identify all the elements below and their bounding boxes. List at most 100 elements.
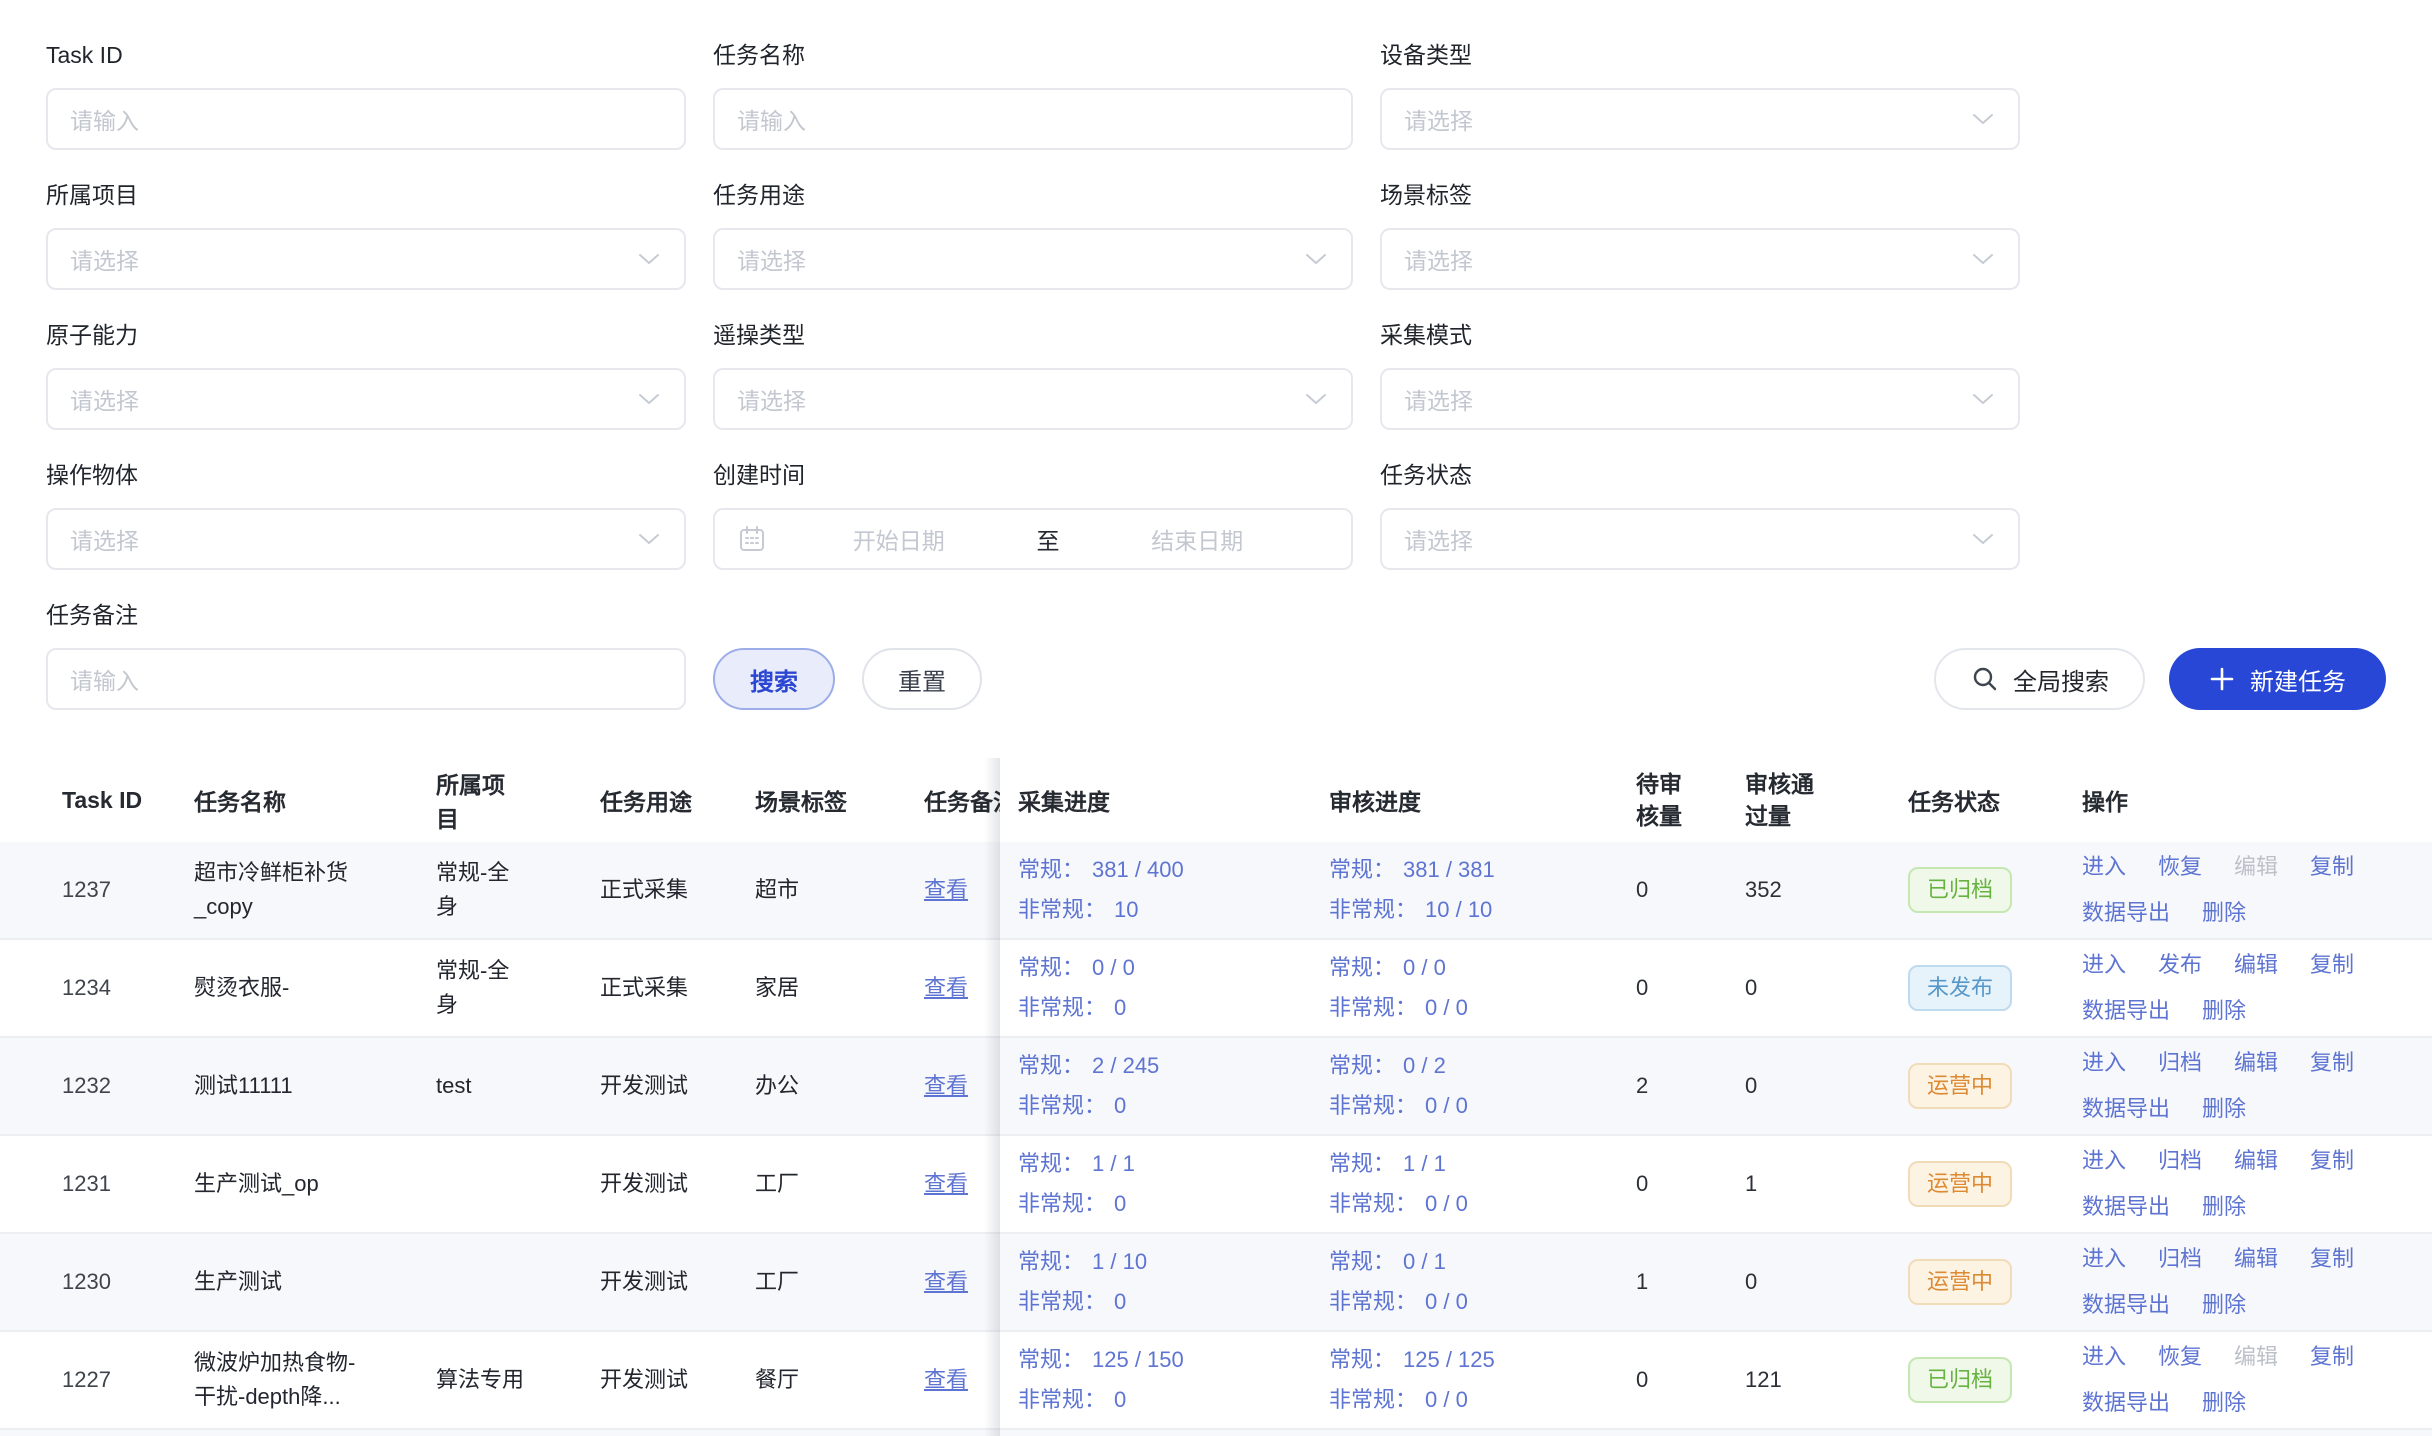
remark-view-link[interactable]: 查看: [924, 1167, 968, 1201]
table-row: 1227 微波炉加热食物-干扰-depth降... 算法专用 开发测试 餐厅 查…: [0, 1332, 2432, 1430]
global-search-label: 全局搜索: [2013, 662, 2109, 697]
project-select[interactable]: 请选择: [46, 228, 686, 290]
reset-button[interactable]: 重置: [862, 648, 982, 710]
cell-collect-progress: 常规：125 / 150 非常规：0: [1018, 1332, 1329, 1428]
header-task-id: Task ID: [62, 787, 194, 814]
action-enter[interactable]: 进入: [2082, 948, 2126, 982]
action-archive[interactable]: 归档: [2158, 1046, 2202, 1080]
task-name-input[interactable]: 请输入: [713, 88, 1353, 150]
atomic-ability-select[interactable]: 请选择: [46, 368, 686, 430]
action-enter[interactable]: 进入: [2082, 1242, 2126, 1276]
create-time-range-picker[interactable]: 开始日期 至 结束日期: [713, 508, 1353, 570]
field-task-id: Task ID 请输入: [46, 40, 686, 150]
remark-view-link[interactable]: 查看: [924, 1069, 968, 1103]
action-edit[interactable]: 编辑: [2234, 1340, 2278, 1374]
table-row: 1234 熨烫衣服- 常规-全身 正式采集 家居 查看 常规：0 / 0 非常规…: [0, 940, 2432, 1038]
chevron-down-icon: [638, 533, 660, 545]
remark-view-link[interactable]: 查看: [924, 971, 968, 1005]
cell-project: [436, 1136, 600, 1232]
placeholder-text: 请选择: [1404, 382, 1473, 416]
status-badge: 运营中: [1908, 1063, 2012, 1109]
action-delete[interactable]: 删除: [2202, 1386, 2246, 1420]
cell-purpose: 开发测试: [600, 1332, 755, 1428]
action-export[interactable]: 数据导出: [2082, 1190, 2170, 1224]
action-archive[interactable]: 归档: [2158, 1144, 2202, 1178]
cell-review-progress: 常规：0 / 1 非常规：0 / 0: [1329, 1234, 1636, 1330]
task-id-input[interactable]: 请输入: [46, 88, 686, 150]
task-remark-input[interactable]: 请输入: [46, 648, 686, 710]
status-badge: 未发布: [1908, 965, 2012, 1011]
action-edit[interactable]: 编辑: [2234, 850, 2278, 884]
cell-passed-count: 0: [1745, 1038, 1908, 1134]
cell-collect-progress: 常规：2 / 245 非常规：0: [1018, 1038, 1329, 1134]
cell-pending-count: 2: [1636, 1038, 1745, 1134]
field-task-name: 任务名称 请输入: [713, 40, 1353, 150]
cell-scene: 工厂: [755, 1136, 924, 1232]
action-edit[interactable]: 编辑: [2234, 1242, 2278, 1276]
action-delete[interactable]: 删除: [2202, 994, 2246, 1028]
action-edit[interactable]: 编辑: [2234, 948, 2278, 982]
header-actions: 操作: [2082, 783, 2414, 817]
field-label: 原子能力: [46, 320, 686, 350]
action-export[interactable]: 数据导出: [2082, 1288, 2170, 1322]
placeholder-text: 请选择: [70, 522, 139, 556]
action-publish[interactable]: 发布: [2158, 948, 2202, 982]
action-edit[interactable]: 编辑: [2234, 1046, 2278, 1080]
task-purpose-select[interactable]: 请选择: [713, 228, 1353, 290]
cell-actions: 进入 恢复 编辑 复制 数据导出 删除: [2082, 1332, 2414, 1428]
remark-view-link[interactable]: 查看: [924, 1265, 968, 1299]
header-purpose: 任务用途: [600, 783, 755, 817]
action-export[interactable]: 数据导出: [2082, 896, 2170, 930]
collect-mode-select[interactable]: 请选择: [1380, 368, 2020, 430]
action-export[interactable]: 数据导出: [2082, 994, 2170, 1028]
cell-purpose: 正式采集: [600, 940, 755, 1036]
remark-view-link[interactable]: 查看: [924, 1363, 968, 1397]
plus-icon: [2209, 666, 2235, 692]
cell-passed-count: 0: [1745, 940, 1908, 1036]
action-export[interactable]: 数据导出: [2082, 1092, 2170, 1126]
action-copy[interactable]: 复制: [2310, 1340, 2354, 1374]
action-export[interactable]: 数据导出: [2082, 1386, 2170, 1420]
field-label: 设备类型: [1380, 40, 2020, 70]
action-archive[interactable]: 归档: [2158, 1242, 2202, 1276]
action-enter[interactable]: 进入: [2082, 1046, 2126, 1080]
action-enter[interactable]: 进入: [2082, 1144, 2126, 1178]
scene-tag-select[interactable]: 请选择: [1380, 228, 2020, 290]
placeholder-text: 请输入: [737, 102, 806, 136]
action-recover[interactable]: 恢复: [2158, 1340, 2202, 1374]
operate-object-select[interactable]: 请选择: [46, 508, 686, 570]
action-delete[interactable]: 删除: [2202, 1190, 2246, 1224]
action-delete[interactable]: 删除: [2202, 896, 2246, 930]
next-row-sliver: [0, 1430, 2432, 1436]
global-search-button[interactable]: 全局搜索: [1934, 648, 2145, 710]
action-copy[interactable]: 复制: [2310, 1046, 2354, 1080]
teleop-type-select[interactable]: 请选择: [713, 368, 1353, 430]
field-device-type: 设备类型 请选择: [1380, 40, 2020, 150]
field-label: 采集模式: [1380, 320, 2020, 350]
create-task-button[interactable]: 新建任务: [2169, 648, 2386, 710]
action-enter[interactable]: 进入: [2082, 850, 2126, 884]
status-badge: 运营中: [1908, 1161, 2012, 1207]
device-type-select[interactable]: 请选择: [1380, 88, 2020, 150]
search-button[interactable]: 搜索: [713, 648, 835, 710]
chevron-down-icon: [1305, 253, 1327, 265]
date-end-placeholder[interactable]: 结束日期: [1066, 522, 1330, 556]
cell-project: 常规-全身: [436, 842, 600, 938]
table-row: 1237 超市冷鲜柜补货_copy 常规-全身 正式采集 超市 查看 常规：38…: [0, 842, 2432, 940]
action-delete[interactable]: 删除: [2202, 1092, 2246, 1126]
task-status-select[interactable]: 请选择: [1380, 508, 2020, 570]
action-copy[interactable]: 复制: [2310, 850, 2354, 884]
field-label: 任务备注: [46, 600, 686, 630]
action-copy[interactable]: 复制: [2310, 1144, 2354, 1178]
action-delete[interactable]: 删除: [2202, 1288, 2246, 1322]
create-task-label: 新建任务: [2250, 662, 2346, 697]
date-start-placeholder[interactable]: 开始日期: [767, 522, 1031, 556]
header-scene: 场景标签: [755, 783, 924, 817]
action-copy[interactable]: 复制: [2310, 948, 2354, 982]
cell-purpose: 开发测试: [600, 1234, 755, 1330]
action-enter[interactable]: 进入: [2082, 1340, 2126, 1374]
remark-view-link[interactable]: 查看: [924, 873, 968, 907]
action-recover[interactable]: 恢复: [2158, 850, 2202, 884]
action-copy[interactable]: 复制: [2310, 1242, 2354, 1276]
action-edit[interactable]: 编辑: [2234, 1144, 2278, 1178]
